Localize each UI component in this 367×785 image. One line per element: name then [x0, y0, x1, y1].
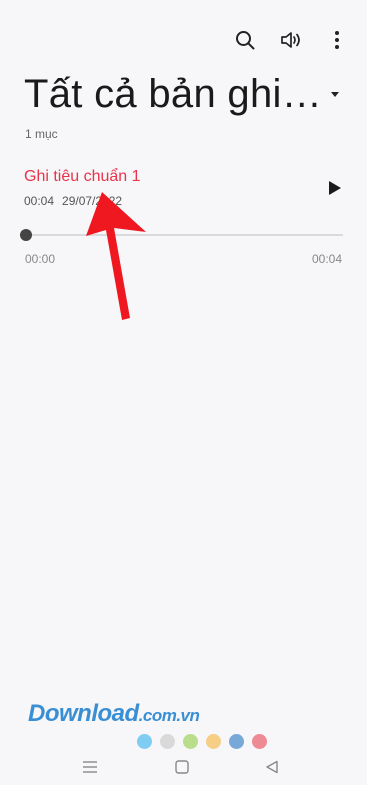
- slider-thumb[interactable]: [20, 229, 32, 241]
- more-vert-icon: [335, 31, 339, 49]
- square-home-icon: [175, 760, 189, 774]
- top-toolbar: [233, 28, 349, 52]
- time-current: 00:00: [25, 252, 56, 266]
- play-button[interactable]: [325, 178, 345, 198]
- more-options-button[interactable]: [325, 28, 349, 52]
- recording-meta: 00:04 29/07/2022: [24, 194, 347, 208]
- slider-track: [20, 234, 343, 236]
- watermark-logo: Download.com.vn: [28, 700, 200, 728]
- search-button[interactable]: [233, 28, 257, 52]
- caret-down-icon: [331, 91, 339, 97]
- time-total: 00:04: [311, 252, 342, 266]
- play-icon: [329, 181, 341, 195]
- recording-name: Ghi tiêu chuẩn 1: [24, 168, 141, 185]
- title-row: Tất cả bản ghi…: [24, 72, 345, 117]
- search-icon: [236, 31, 255, 50]
- menu-icon: [83, 761, 97, 773]
- watermark-domain: .com.vn: [138, 706, 200, 725]
- nav-home-button[interactable]: [172, 757, 192, 777]
- filter-dropdown-button[interactable]: [325, 85, 345, 105]
- item-count: 1 mục: [25, 127, 58, 141]
- red-arrow-annotation: [86, 192, 146, 320]
- nav-menu-button[interactable]: [80, 757, 100, 777]
- playback-slider[interactable]: [20, 228, 343, 242]
- triangle-back-icon: [266, 760, 278, 774]
- recording-item[interactable]: Ghi tiêu chuẩn 1 00:04 29/07/2022: [24, 168, 347, 208]
- volume-icon: [281, 32, 300, 48]
- page-title: Tất cả bản ghi…: [24, 72, 322, 116]
- system-navbar: [0, 745, 367, 785]
- watermark-brand: Download: [28, 700, 139, 727]
- nav-back-button[interactable]: [262, 757, 282, 777]
- recording-duration: 00:04: [24, 194, 55, 208]
- volume-button[interactable]: [279, 28, 303, 52]
